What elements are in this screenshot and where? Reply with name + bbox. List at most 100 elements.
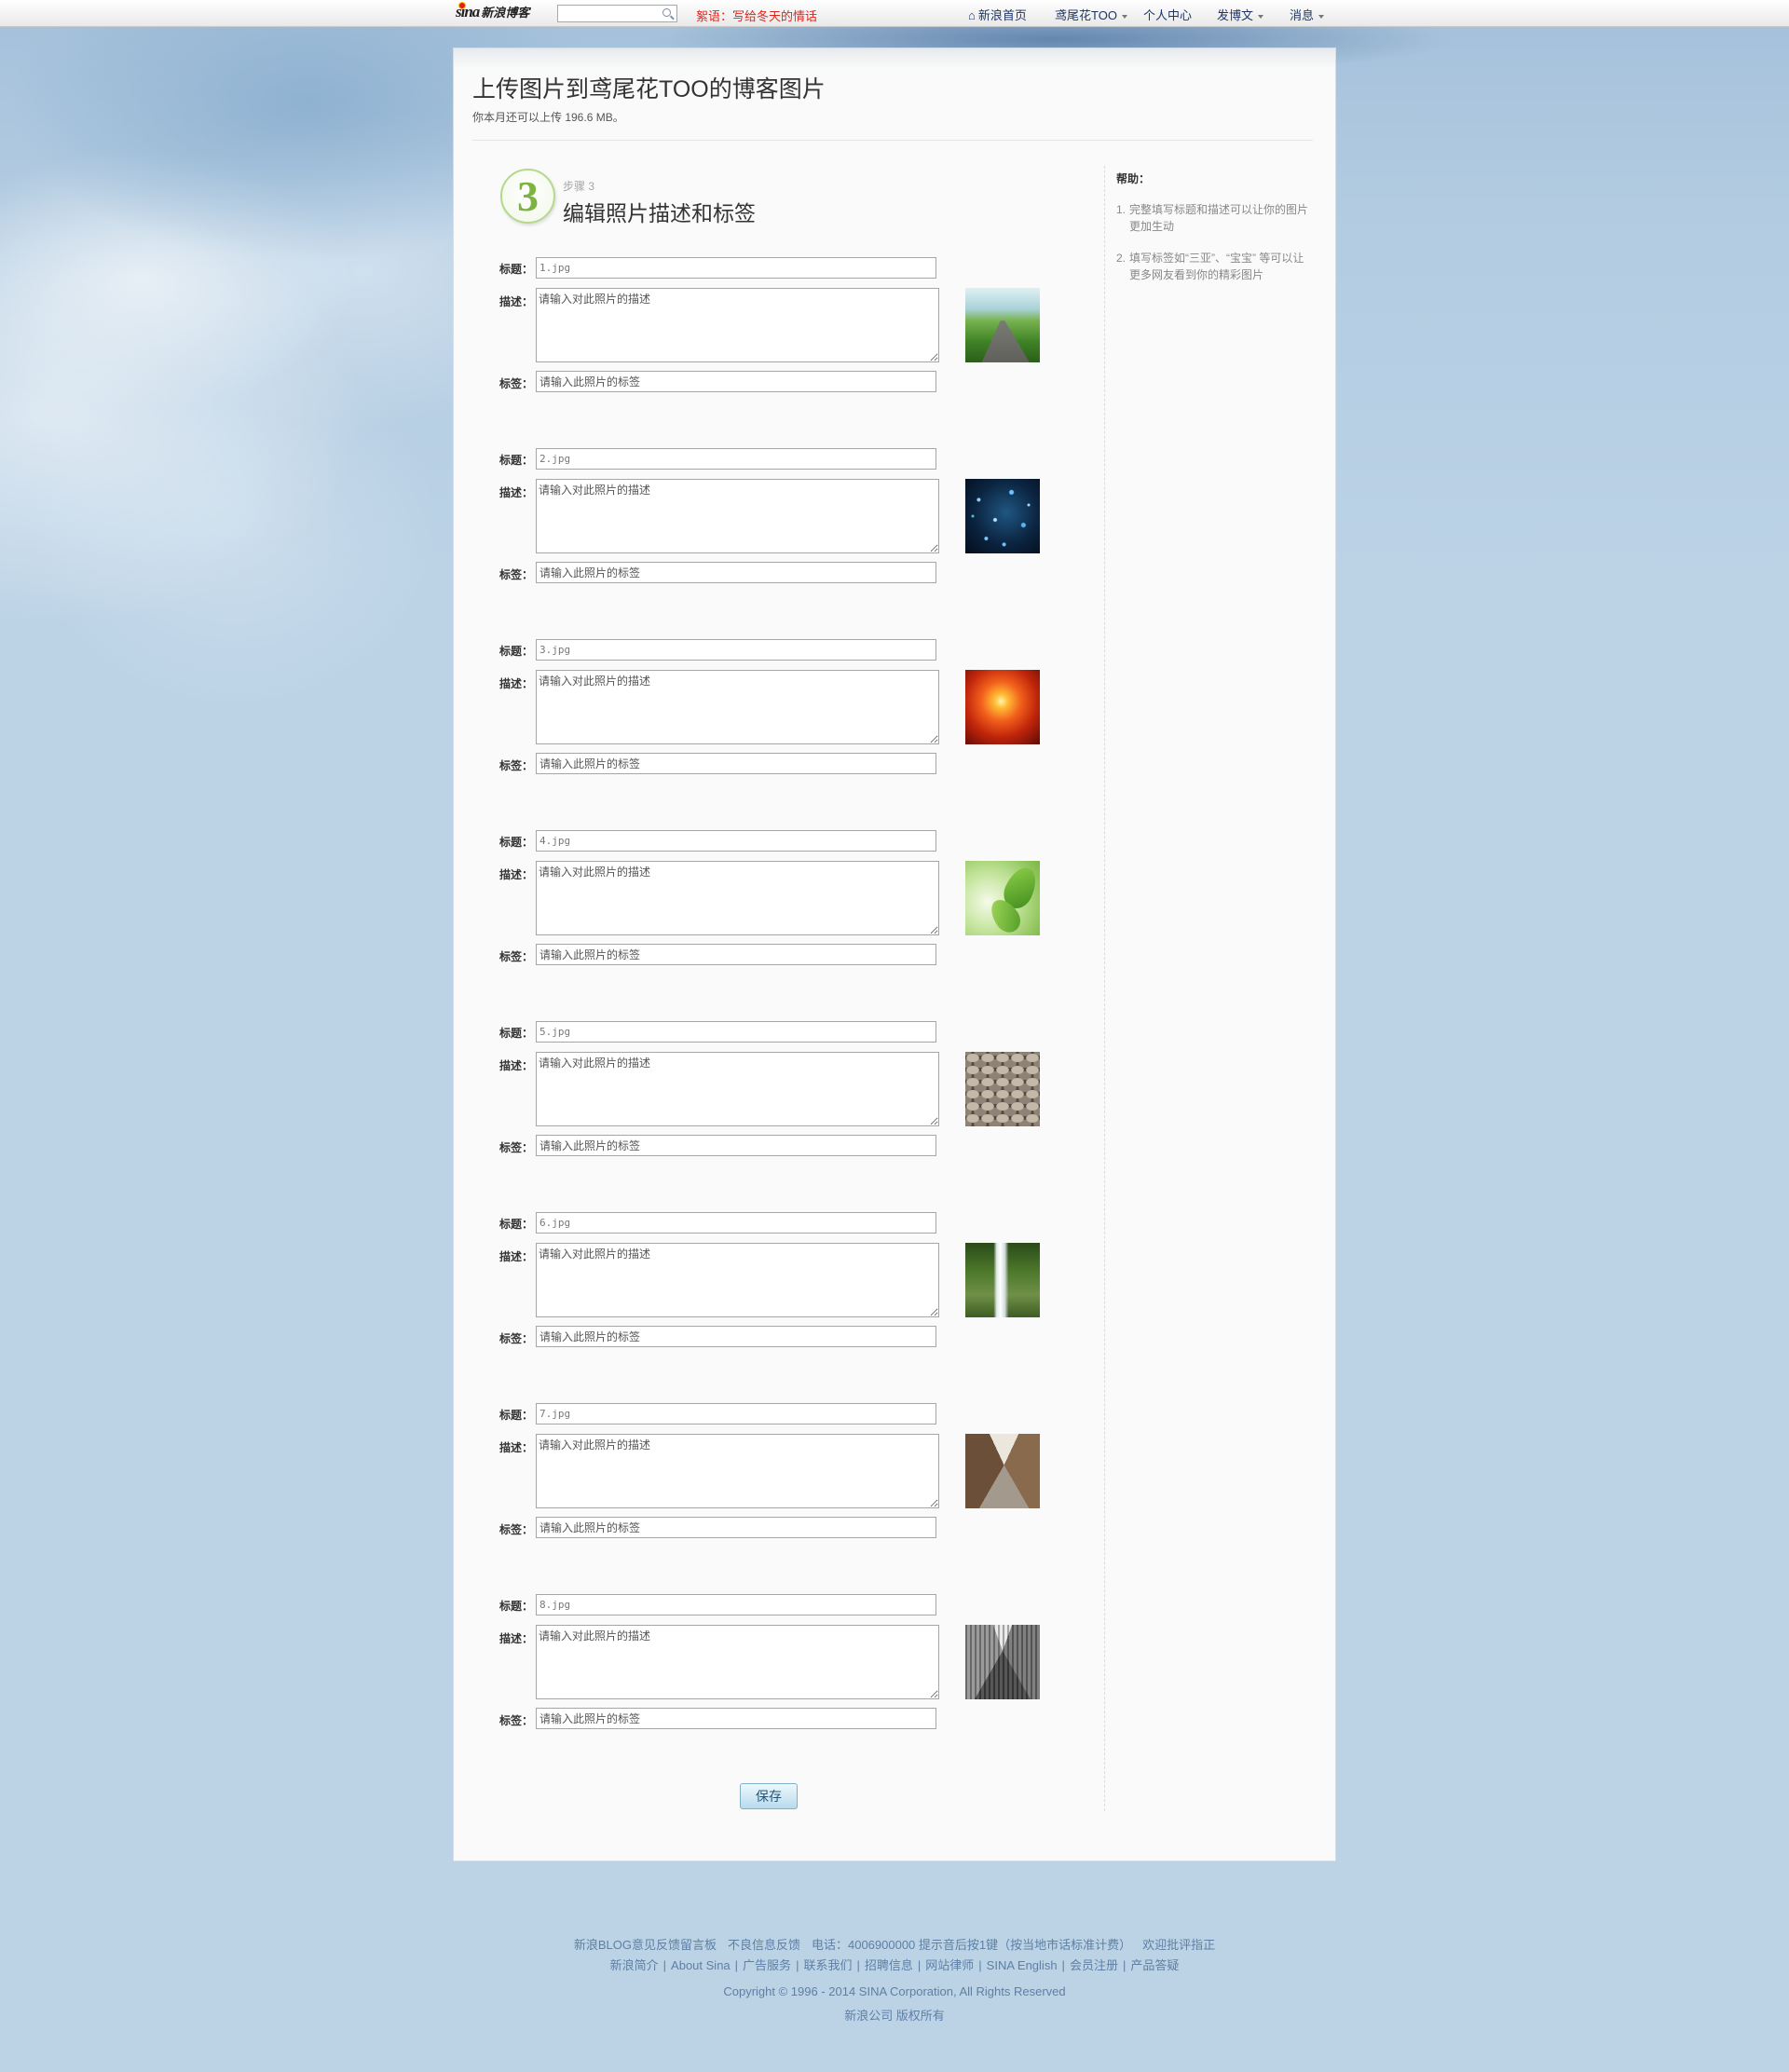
nav-personal-center[interactable]: 个人中心	[1143, 6, 1192, 23]
photo-tags-input[interactable]	[536, 1517, 936, 1538]
help-heading: 帮助：	[1116, 172, 1151, 185]
tags-label: 标签：	[499, 950, 534, 963]
step-number-badge: 3	[500, 169, 555, 224]
help-item-text: 填写标签如“三亚”、“宝宝” 等可以让更多网友看到你的精彩图片	[1129, 252, 1304, 281]
description-label: 描述：	[499, 486, 534, 499]
footer-separator: |	[1122, 1958, 1127, 1972]
logo-wordmark: sina	[456, 2, 480, 21]
photo-description-textarea[interactable]	[536, 1625, 939, 1699]
save-button[interactable]: 保存	[740, 1783, 798, 1809]
help-item: 2. 填写标签如“三亚”、“宝宝” 等可以让更多网友看到你的精彩图片	[1116, 250, 1312, 283]
photo-thumbnail	[965, 288, 1040, 362]
footer-feedback-board-link[interactable]: 新浪BLOG意见反馈留言板	[574, 1938, 717, 1952]
footer-link[interactable]: 网站律师	[925, 1958, 974, 1972]
footer-link[interactable]: 联系我们	[803, 1958, 852, 1972]
photo-edit-row: 标题： 描述： 标签：	[499, 1021, 1058, 1161]
footer-link[interactable]: 会员注册	[1070, 1958, 1118, 1972]
photo-thumbnail	[965, 479, 1040, 553]
notice-link[interactable]: 絮语：写给冬天的情话	[696, 7, 817, 24]
footer-link[interactable]: 广告服务	[743, 1958, 791, 1972]
photo-title-input[interactable]	[536, 639, 936, 661]
photo-description-textarea[interactable]	[536, 1434, 939, 1508]
photo-tags-input[interactable]	[536, 1135, 936, 1156]
photo-description-textarea[interactable]	[536, 288, 939, 362]
photo-title-input[interactable]	[536, 1021, 936, 1043]
upload-panel: 上传图片到鸢尾花TOO的博客图片 你本月还可以上传 196.6 MB。 3 步骤…	[453, 48, 1336, 1861]
photo-description-textarea[interactable]	[536, 861, 939, 935]
photo-description-textarea[interactable]	[536, 670, 939, 744]
help-box: 帮助： 1. 完整填写标题和描述可以让你的图片更加生动 2. 填写标签如“三亚”、“…	[1116, 170, 1312, 283]
search-icon[interactable]	[662, 8, 671, 17]
photo-thumbnail	[965, 1243, 1040, 1317]
photo-thumbnail	[965, 670, 1040, 744]
logo-subtitle: 新浪博客	[481, 6, 530, 20]
footer-link[interactable]: 招聘信息	[865, 1958, 913, 1972]
footer-separator: |	[796, 1958, 799, 1972]
title-label: 标题：	[499, 645, 534, 658]
photo-thumbnail	[965, 1625, 1040, 1699]
footer-link[interactable]: 产品答疑	[1130, 1958, 1179, 1972]
photo-title-input[interactable]	[536, 1403, 936, 1424]
title-label: 标题：	[499, 1600, 534, 1613]
photo-tags-input[interactable]	[536, 1326, 936, 1347]
header-divider	[472, 140, 1313, 141]
description-label: 描述：	[499, 1632, 534, 1645]
page-title: 上传图片到鸢尾花TOO的博客图片	[472, 76, 826, 102]
photo-thumbnail	[965, 861, 1040, 935]
panel-top-shade	[454, 48, 1335, 69]
chevron-down-icon	[1121, 14, 1127, 19]
photo-title-input[interactable]	[536, 1212, 936, 1234]
help-item-number: 1.	[1116, 203, 1127, 216]
photo-description-textarea[interactable]	[536, 1052, 939, 1126]
title-label: 标题：	[499, 263, 534, 276]
footer-links-line: 新浪简介 | About Sina | 广告服务 | 联系我们 | 招聘信息 | 网站律师 | SINA…	[0, 1956, 1789, 1973]
footer-link[interactable]: 新浪简介	[610, 1958, 659, 1972]
footer-feedback-line: 新浪BLOG意见反馈留言板 不良信息反馈 电话：4006900000 提示音后按1键…	[0, 1935, 1789, 1953]
footer-separator: |	[856, 1958, 860, 1972]
nav-label: 鸢尾花TOO	[1055, 8, 1117, 22]
description-label: 描述：	[499, 1441, 534, 1454]
step-label: 步骤 3	[563, 180, 595, 193]
nav-sina-home[interactable]: ⌂ 新浪首页	[968, 6, 1027, 23]
footer-separator: |	[662, 1958, 667, 1972]
photo-description-textarea[interactable]	[536, 479, 939, 553]
help-divider	[1104, 166, 1105, 1811]
tags-label: 标签：	[499, 759, 534, 772]
footer-separator: |	[734, 1958, 739, 1972]
nav-user-blog[interactable]: 鸢尾花TOO	[1055, 6, 1127, 23]
photo-description-textarea[interactable]	[536, 1243, 939, 1317]
search-input[interactable]	[557, 5, 677, 22]
help-item-number: 2.	[1116, 252, 1127, 265]
photo-title-input[interactable]	[536, 830, 936, 852]
chevron-down-icon	[1318, 14, 1325, 19]
title-label: 标题：	[499, 1218, 534, 1231]
photo-edit-row: 标题： 描述： 标签：	[499, 639, 1058, 779]
footer-link[interactable]: About Sina	[671, 1958, 731, 1972]
nav-write-post[interactable]: 发博文	[1217, 6, 1264, 23]
title-label: 标题：	[499, 454, 534, 467]
photo-title-input[interactable]	[536, 1594, 936, 1615]
photo-title-input[interactable]	[536, 448, 936, 470]
footer-welcome-link[interactable]: 欢迎批评指正	[1142, 1938, 1215, 1952]
photo-edit-row: 标题： 描述： 标签：	[499, 1403, 1058, 1543]
photo-thumbnail	[965, 1434, 1040, 1508]
title-label: 标题：	[499, 836, 534, 849]
photo-tags-input[interactable]	[536, 944, 936, 965]
footer-separator: |	[978, 1958, 982, 1972]
footer-link[interactable]: SINA English	[987, 1958, 1058, 1972]
photo-edit-row: 标题： 描述： 标签：	[499, 257, 1058, 397]
photo-tags-input[interactable]	[536, 562, 936, 583]
footer-bad-info-link[interactable]: 不良信息反馈	[728, 1938, 800, 1952]
sina-blog-logo[interactable]: sina 新浪博客	[456, 2, 530, 23]
nav-messages[interactable]: 消息	[1290, 6, 1325, 23]
footer-separator: |	[1061, 1958, 1065, 1972]
tags-label: 标签：	[499, 1714, 534, 1727]
photo-tags-input[interactable]	[536, 753, 936, 774]
photo-tags-input[interactable]	[536, 371, 936, 392]
photo-tags-input[interactable]	[536, 1708, 936, 1729]
tags-label: 标签：	[499, 1141, 534, 1154]
photo-title-input[interactable]	[536, 257, 936, 279]
description-label: 描述：	[499, 1059, 534, 1072]
title-label: 标题：	[499, 1027, 534, 1040]
chevron-down-icon	[1258, 14, 1264, 19]
